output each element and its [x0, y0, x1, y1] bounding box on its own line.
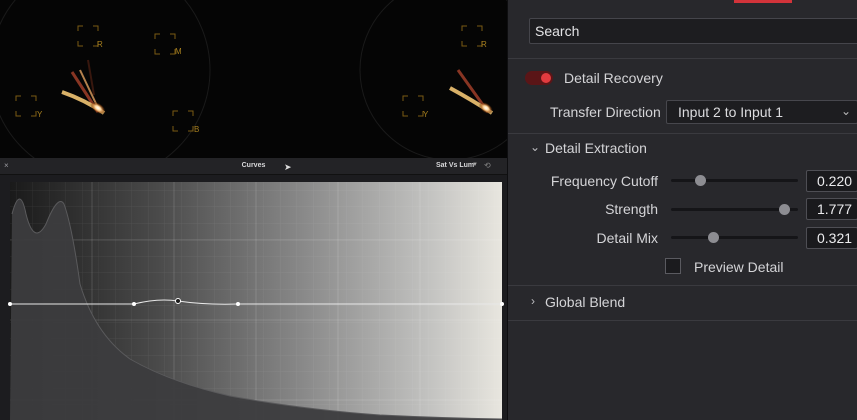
scope-label-m: M	[175, 47, 182, 56]
curve-control-point[interactable]	[236, 302, 240, 306]
transfer-direction-label: Transfer Direction	[550, 104, 661, 120]
scope-label-y-right: Y	[423, 110, 429, 119]
detail-recovery-toggle[interactable]	[525, 71, 553, 85]
curve-control-point[interactable]	[500, 302, 504, 306]
slider-handle[interactable]	[707, 232, 719, 243]
curves-header: × Curves ➤ Sat Vs Lum ▼ ⟲	[0, 158, 507, 175]
vectorscope-graphics	[0, 0, 507, 158]
chevron-down-icon[interactable]: ⌄	[530, 140, 540, 154]
slider-handle[interactable]	[779, 204, 791, 215]
strength-field[interactable]: 1.777	[806, 198, 857, 220]
curves-title: Curves	[241, 162, 266, 169]
divider	[508, 133, 857, 134]
divider	[508, 58, 857, 59]
cursor-icon: ➤	[284, 162, 292, 172]
curves-graph[interactable]	[0, 174, 507, 420]
preview-detail-label: Preview Detail	[694, 259, 784, 275]
frequency-cutoff-field[interactable]: 0.220	[806, 170, 857, 192]
transfer-direction-value: Input 2 to Input 1	[678, 104, 784, 120]
chevron-down-icon[interactable]: ▼	[472, 162, 478, 168]
detail-mix-field[interactable]: 0.321	[806, 227, 857, 249]
frequency-cutoff-slider[interactable]	[671, 175, 798, 186]
preview-detail-checkbox[interactable]	[665, 258, 681, 274]
global-blend-header[interactable]: Global Blend	[545, 294, 625, 310]
chevron-down-icon: ⌄	[840, 104, 851, 118]
scope-label-r-right: R	[481, 40, 487, 49]
search-input[interactable]: Search	[529, 18, 857, 44]
chevron-right-icon[interactable]: ›	[531, 294, 535, 308]
detail-mix-label: Detail Mix	[596, 230, 658, 246]
curves-mode-select[interactable]: Sat Vs Lum	[436, 162, 474, 169]
scope-trace-right	[449, 69, 494, 115]
divider	[508, 285, 857, 286]
curve-control-point[interactable]	[8, 302, 12, 306]
toggle-knob	[541, 73, 551, 83]
curves-panel: × Curves ➤ Sat Vs Lum ▼ ⟲	[0, 158, 507, 420]
detail-extraction-header[interactable]: Detail Extraction	[545, 140, 647, 156]
active-tab-indicator	[734, 0, 792, 3]
scope-label-y: Y	[37, 110, 43, 119]
inspector-panel: Search Detail Recovery Transfer Directio…	[507, 0, 857, 420]
strength-label: Strength	[605, 201, 658, 217]
scope-trace-left	[61, 59, 106, 115]
curve-control-point-selected[interactable]	[175, 298, 181, 304]
slider-handle[interactable]	[695, 175, 707, 186]
strength-slider[interactable]	[671, 204, 798, 215]
detail-mix-slider[interactable]	[671, 232, 798, 243]
curve-control-point[interactable]	[132, 302, 136, 306]
transfer-direction-select[interactable]: Input 2 to Input 1 ⌄	[666, 100, 857, 124]
reset-icon[interactable]: ⟲	[484, 161, 491, 170]
vectorscope-panel: R M Y B R Y	[0, 0, 507, 158]
color-target-boxes	[15, 25, 483, 132]
frequency-cutoff-label: Frequency Cutoff	[550, 173, 658, 189]
detail-recovery-label: Detail Recovery	[564, 70, 663, 86]
divider	[508, 320, 857, 321]
scope-label-b: B	[194, 125, 200, 134]
scope-label-r: R	[97, 40, 103, 49]
